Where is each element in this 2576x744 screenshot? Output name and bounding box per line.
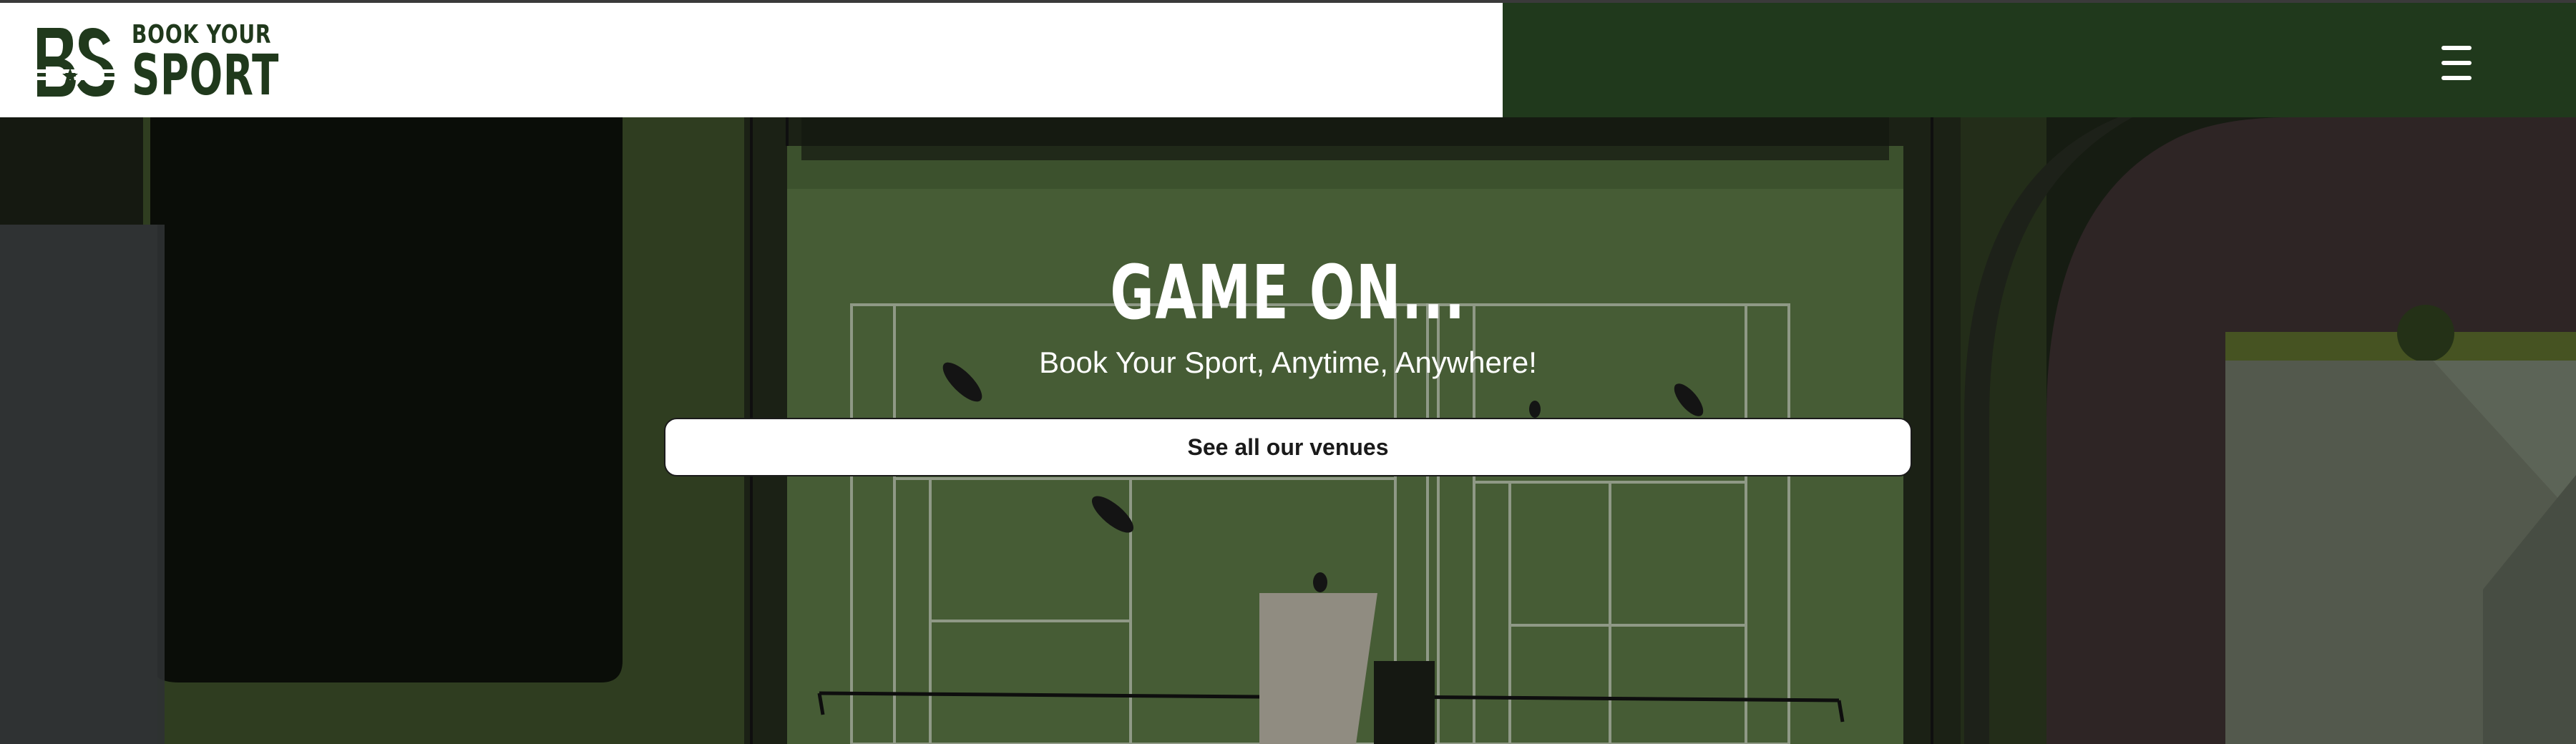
hero-content: GAME ON... Book Your Sport, Anytime, Any… [0, 117, 2576, 744]
logo-line-sport: SPORT [132, 44, 280, 108]
see-all-venues-button[interactable]: See all our venues [664, 418, 1912, 476]
logo-wordmark: BOOK YOUR SPORT [132, 21, 342, 108]
hero-subtitle: Book Your Sport, Anytime, Anywhere! [1039, 346, 1537, 379]
header-nav-area [1503, 3, 2576, 117]
header-logo-area: BOOK YOUR SPORT [0, 3, 1503, 117]
menu-bar-bottom [2441, 76, 2472, 80]
bys-logo-mark [36, 28, 116, 97]
hero-section: GAME ON... Book Your Sport, Anytime, Any… [0, 117, 2576, 744]
menu-bar-top [2441, 46, 2472, 50]
site-logo[interactable]: BOOK YOUR SPORT [36, 21, 342, 108]
menu-bar-middle [2441, 61, 2472, 65]
hero-title: GAME ON... [1110, 249, 1466, 336]
hamburger-menu-icon[interactable] [2431, 40, 2482, 86]
